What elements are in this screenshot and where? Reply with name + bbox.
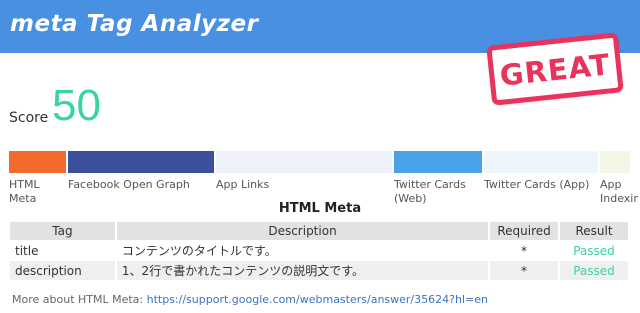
row-result: Passed: [560, 261, 628, 280]
category-bar-app-indexing[interactable]: [600, 151, 630, 173]
row-required: *: [490, 261, 559, 280]
table-row: title コンテンツのタイトルです。 * Passed: [10, 241, 628, 260]
row-tag: description: [10, 261, 115, 280]
meta-table: Tag Description Required Result title コン…: [8, 221, 630, 281]
category-bar-twitter-cards-app[interactable]: [484, 151, 598, 173]
column-header-result: Result: [560, 222, 628, 240]
stamp-text: GREAT: [498, 47, 613, 93]
category-bar-twitter-cards-web[interactable]: [394, 151, 482, 173]
column-header-required: Required: [490, 222, 559, 240]
table-header-row: Tag Description Required Result: [10, 222, 628, 240]
more-info-link[interactable]: https://support.google.com/webmasters/an…: [147, 293, 488, 306]
more-info-line: More about HTML Meta: https://support.go…: [12, 293, 488, 306]
category-label-app-links[interactable]: App Links: [216, 178, 316, 192]
table-row: description 1、2行で書かれたコンテンツの説明文です。 * Pass…: [10, 261, 628, 280]
category-label-twitter-cards-app[interactable]: Twitter Cards (App): [484, 178, 596, 192]
more-info-prefix: More about HTML Meta:: [12, 293, 144, 306]
score-label: Score: [9, 110, 49, 126]
great-stamp: GREAT: [486, 32, 624, 106]
category-bar-facebook-open-graph[interactable]: [68, 151, 214, 173]
section-title: HTML Meta: [278, 201, 362, 216]
row-required: *: [490, 241, 559, 260]
row-description: コンテンツのタイトルです。: [116, 241, 489, 260]
category-bar-app-links[interactable]: [216, 151, 392, 173]
app-title: meta Tag Analyzer: [10, 11, 259, 37]
row-tag: title: [10, 241, 115, 260]
column-header-tag: Tag: [10, 222, 115, 240]
score-value: 50: [52, 81, 101, 130]
category-label-facebook-open-graph[interactable]: Facebook Open Graph: [68, 178, 208, 192]
row-result: Passed: [560, 241, 628, 260]
category-bar-html-meta[interactable]: [9, 151, 66, 173]
column-header-description: Description: [116, 222, 489, 240]
row-description: 1、2行で書かれたコンテンツの説明文です。: [116, 261, 489, 280]
